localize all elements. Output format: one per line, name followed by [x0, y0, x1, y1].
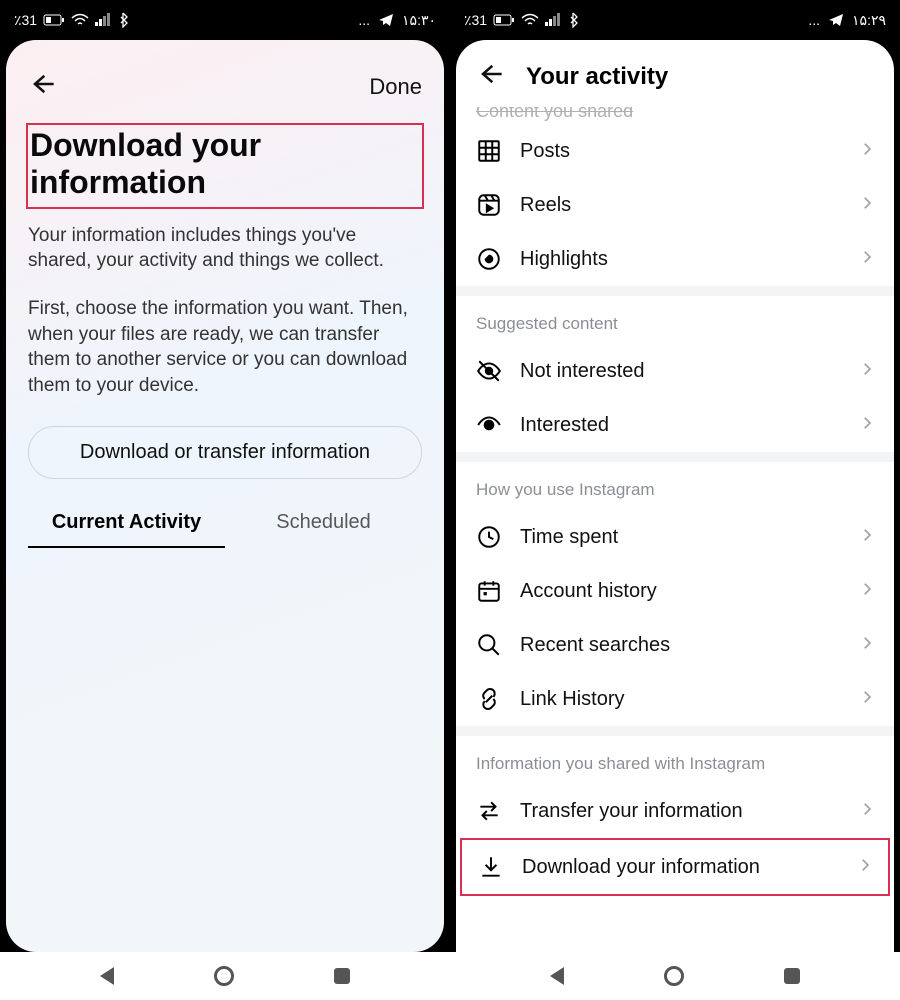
- chevron-right-icon: [858, 248, 876, 271]
- list-item-label: Link History: [520, 688, 840, 711]
- chevron-right-icon: [858, 634, 876, 657]
- link-icon: [476, 686, 502, 712]
- battery-icon: [43, 13, 65, 27]
- tab-scheduled[interactable]: Scheduled: [225, 501, 422, 548]
- nav-home[interactable]: [214, 966, 234, 986]
- chevron-right-icon: [858, 140, 876, 163]
- eye-icon: [476, 412, 502, 438]
- nav-back[interactable]: [550, 967, 564, 985]
- list-item[interactable]: Reels: [456, 178, 894, 232]
- battery-text: ٪31: [464, 12, 487, 29]
- list-item[interactable]: Account history: [456, 564, 894, 618]
- intro-para-1: Your information includes things you've …: [6, 213, 444, 274]
- section-suggested: Suggested content: [456, 296, 894, 344]
- nav-recent[interactable]: [334, 968, 350, 984]
- done-button[interactable]: Done: [369, 74, 422, 100]
- list-item[interactable]: Posts: [456, 124, 894, 178]
- section-info-shared: Information you shared with Instagram: [456, 736, 894, 784]
- list-item-label: Reels: [520, 194, 840, 217]
- section-divider: [456, 286, 894, 296]
- search-icon: [476, 632, 502, 658]
- status-bar-left: ٪31 ... ۱۵:۳۰: [0, 0, 450, 40]
- chevron-right-icon: [858, 688, 876, 711]
- chevron-right-icon: [858, 800, 876, 823]
- telegram-icon: [378, 12, 394, 28]
- list-item[interactable]: Highlights: [456, 232, 894, 286]
- signal-icon: [545, 13, 561, 27]
- wifi-icon: [71, 13, 89, 27]
- back-button[interactable]: [28, 70, 56, 103]
- download-icon: [478, 854, 504, 880]
- chevron-right-icon: [858, 360, 876, 383]
- highlights-icon: [476, 246, 502, 272]
- list-item-label: Recent searches: [520, 634, 840, 657]
- list-item-label: Download your information: [522, 856, 838, 879]
- list-item[interactable]: Link History: [456, 672, 894, 726]
- list-item-label: Posts: [520, 140, 840, 163]
- intro-para-2: First, choose the information you want. …: [6, 286, 444, 399]
- page-title: Download your information: [30, 127, 416, 201]
- list-item[interactable]: Not interested: [456, 344, 894, 398]
- download-transfer-button[interactable]: Download or transfer information: [28, 426, 422, 479]
- nav-home[interactable]: [664, 966, 684, 986]
- tab-current-activity[interactable]: Current Activity: [28, 501, 225, 548]
- bluetooth-icon: [117, 12, 129, 28]
- eye-slash-icon: [476, 358, 502, 384]
- wifi-icon: [521, 13, 539, 27]
- telegram-icon: [828, 12, 844, 28]
- android-nav-bar: [450, 952, 900, 1000]
- section-divider: [456, 726, 894, 736]
- page-title: Your activity: [526, 63, 668, 91]
- list-item-label: Interested: [520, 414, 840, 437]
- status-time: ۱۵:۲۹: [852, 12, 886, 29]
- transfer-icon: [476, 798, 502, 824]
- list-item-label: Time spent: [520, 526, 840, 549]
- clock-icon: [476, 524, 502, 550]
- android-nav-bar: [0, 952, 450, 1000]
- section-usage: How you use Instagram: [456, 462, 894, 510]
- list-item[interactable]: Download your information: [462, 840, 888, 894]
- list-item-label: Account history: [520, 580, 840, 603]
- highlight-title-box: Download your information: [26, 123, 424, 209]
- bluetooth-icon: [567, 12, 579, 28]
- chevron-right-icon: [856, 856, 874, 879]
- back-button[interactable]: [476, 60, 504, 93]
- list-item[interactable]: Interested: [456, 398, 894, 452]
- list-item[interactable]: Transfer your information: [456, 784, 894, 838]
- status-bar-right: ٪31 ... ۱۵:۲۹: [450, 0, 900, 40]
- list-item-label: Highlights: [520, 248, 840, 271]
- battery-text: ٪31: [14, 12, 37, 29]
- status-dots: ...: [808, 12, 820, 28]
- list-item[interactable]: Time spent: [456, 510, 894, 564]
- chevron-right-icon: [858, 580, 876, 603]
- battery-icon: [493, 13, 515, 27]
- chevron-right-icon: [858, 414, 876, 437]
- chevron-right-icon: [858, 526, 876, 549]
- status-time: ۱۵:۳۰: [402, 12, 436, 29]
- chevron-right-icon: [858, 194, 876, 217]
- section-divider: [456, 452, 894, 462]
- section-cutoff-label: Content you shared: [456, 107, 894, 124]
- signal-icon: [95, 13, 111, 27]
- reels-icon: [476, 192, 502, 218]
- list-item-label: Not interested: [520, 360, 840, 383]
- list-item[interactable]: Recent searches: [456, 618, 894, 672]
- grid-icon: [476, 138, 502, 164]
- nav-recent[interactable]: [784, 968, 800, 984]
- calendar-icon: [476, 578, 502, 604]
- nav-back[interactable]: [100, 967, 114, 985]
- status-dots: ...: [358, 12, 370, 28]
- list-item-label: Transfer your information: [520, 800, 840, 823]
